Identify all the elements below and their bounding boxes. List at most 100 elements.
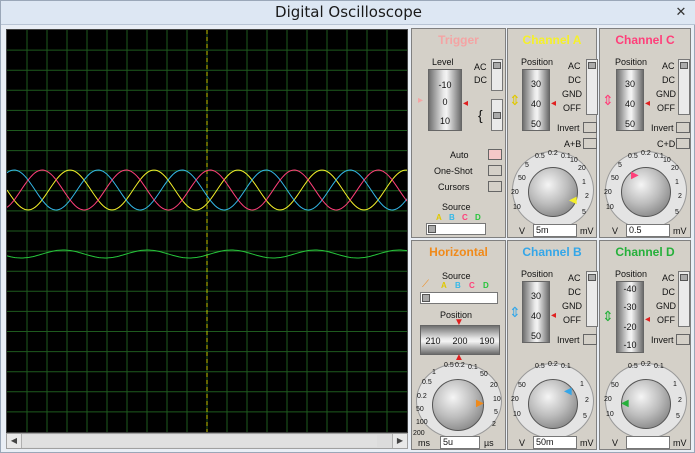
position-tick: 50 [530,331,541,341]
channel-a-volts-dial[interactable] [528,167,578,217]
channel-c-position-label: Position [615,57,648,67]
channel-a-invert-button[interactable] [583,122,597,133]
channel-b-coupling-switch[interactable] [586,271,598,327]
dial-num: 2 [585,193,589,200]
coupling-ac-label: AC [568,273,581,283]
dial-num: 0.5 [422,379,432,386]
level-label: Level [432,57,454,67]
cursors-button[interactable] [488,181,502,192]
channel-d-dial-marker-icon: ◀ [621,398,629,409]
channel-a-value[interactable]: 5m [533,224,577,237]
position-tick: 30 [530,291,541,301]
channel-c-panel: Channel C Position 30 40 50 ⇕ ◂ AC DC GN… [599,28,691,238]
channel-b-value[interactable]: 50m [533,436,577,449]
dial-num: 5 [618,162,622,169]
channel-a-updown-icon: ⇕ [509,92,521,108]
horizontal-value[interactable]: 5u [440,436,480,449]
dial-num: 0.5 [628,153,638,160]
channel-c-volts-dial[interactable] [621,167,671,217]
channel-c-position-drum[interactable]: 30 40 50 [616,69,644,131]
channel-a-position-label: Position [521,57,554,67]
dial-num: 2 [585,397,589,404]
channel-a-unit-left: V [519,226,526,236]
trigger-edge-switch[interactable] [491,99,503,131]
channel-c-invert-button[interactable] [676,122,690,133]
one-shot-button[interactable] [488,165,502,176]
dial-num: 0.1 [468,364,478,371]
dial-num: 10 [493,396,501,403]
channel-c-combine-button[interactable] [676,138,690,149]
channel-d-position-drum[interactable]: -40 -30 -20 -10 [616,281,644,353]
trigger-source-title: Source [442,202,471,212]
coupling-gnd-label: GND [562,301,582,311]
position-tick: 200 [452,336,468,346]
dial-num: 20 [578,165,586,172]
waveform-canvas [7,30,407,432]
trigger-ac-label: AC [474,62,487,72]
channel-d-pointer-icon: ◂ [645,314,651,325]
channel-d-title: Channel D [615,245,675,259]
channel-b-position-drum[interactable]: 30 40 50 [522,281,550,343]
source-b: B [449,213,455,222]
channel-b-pointer-icon: ◂ [551,310,557,321]
channel-a-panel: Channel A Position 30 40 50 ⇕ ◂ AC DC GN… [507,28,598,238]
trigger-title: Trigger [438,33,479,47]
mode-oneshot-label: One-Shot [434,166,473,176]
scope-display [6,29,408,433]
dial-num: 10 [663,157,671,164]
channel-d-position-label: Position [615,269,648,279]
source-c: C [469,281,475,290]
trigger-source-slider[interactable] [426,223,486,235]
close-icon[interactable]: ✕ [672,4,690,20]
level-tick: 0 [442,97,448,107]
trigger-level-drum[interactable]: -10 0 10 [428,69,462,131]
scroll-right-icon[interactable]: ▶ [392,434,407,448]
trigger-coupling-switch[interactable] [491,59,503,91]
channel-b-panel: Channel B Position 30 40 50 ⇕ ◂ AC DC GN… [507,240,598,450]
position-tick: 30 [530,79,541,89]
horizontal-position-drum[interactable]: 210 200 190 [420,325,500,355]
channel-d-value[interactable] [626,436,670,449]
channel-a-combine-button[interactable] [583,138,597,149]
dial-num: 5 [583,413,587,420]
level-pointer-icon: ◂ [463,98,469,109]
channel-c-value[interactable]: 0.5 [626,224,670,237]
ramp-icon: ⟋ [422,279,429,290]
channel-d-invert-button[interactable] [676,334,690,345]
coupling-off-label: OFF [563,103,581,113]
dial-num: 0.2 [548,150,558,157]
dial-num: 20 [604,189,612,196]
channel-b-invert-button[interactable] [583,334,597,345]
horizontal-source-label: Source [442,271,471,281]
coupling-ac-label: AC [568,61,581,71]
channel-a-position-drum[interactable]: 30 40 50 [522,69,550,131]
dial-num: 1 [675,179,679,186]
auto-button[interactable] [488,149,502,160]
channel-d-invert-label: Invert [651,335,674,345]
position-tick: 40 [624,99,635,109]
channel-a-coupling-switch[interactable] [586,59,598,115]
channel-b-title: Channel B [522,245,582,259]
coupling-dc-label: DC [662,287,675,297]
channel-c-coupling-switch[interactable] [678,59,690,115]
dial-num: 1 [582,179,586,186]
mode-auto-label: Auto [450,150,469,160]
dial-num: 2 [678,193,682,200]
scroll-thumb[interactable] [22,435,377,447]
channel-b-dial-marker-icon: ◀ [564,386,572,397]
channel-c-unit-right: mV [673,226,687,236]
dial-num: 5 [494,409,498,416]
scroll-left-icon[interactable]: ◀ [7,434,22,448]
mode-cursors-label: Cursors [438,182,470,192]
level-tick: -10 [438,80,452,90]
dial-num: 0.5 [535,363,545,370]
dial-num: 10 [606,411,614,418]
channel-a-title: Channel A [522,33,582,47]
channel-a-dial-marker-icon: ◀ [569,195,577,206]
coupling-gnd-label: GND [562,89,582,99]
dial-num: 10 [513,411,521,418]
dial-num: 10 [606,204,614,211]
horizontal-scrollbar[interactable]: ◀ ▶ [6,433,408,449]
horizontal-source-slider[interactable] [420,292,498,304]
channel-d-coupling-switch[interactable] [678,271,690,327]
